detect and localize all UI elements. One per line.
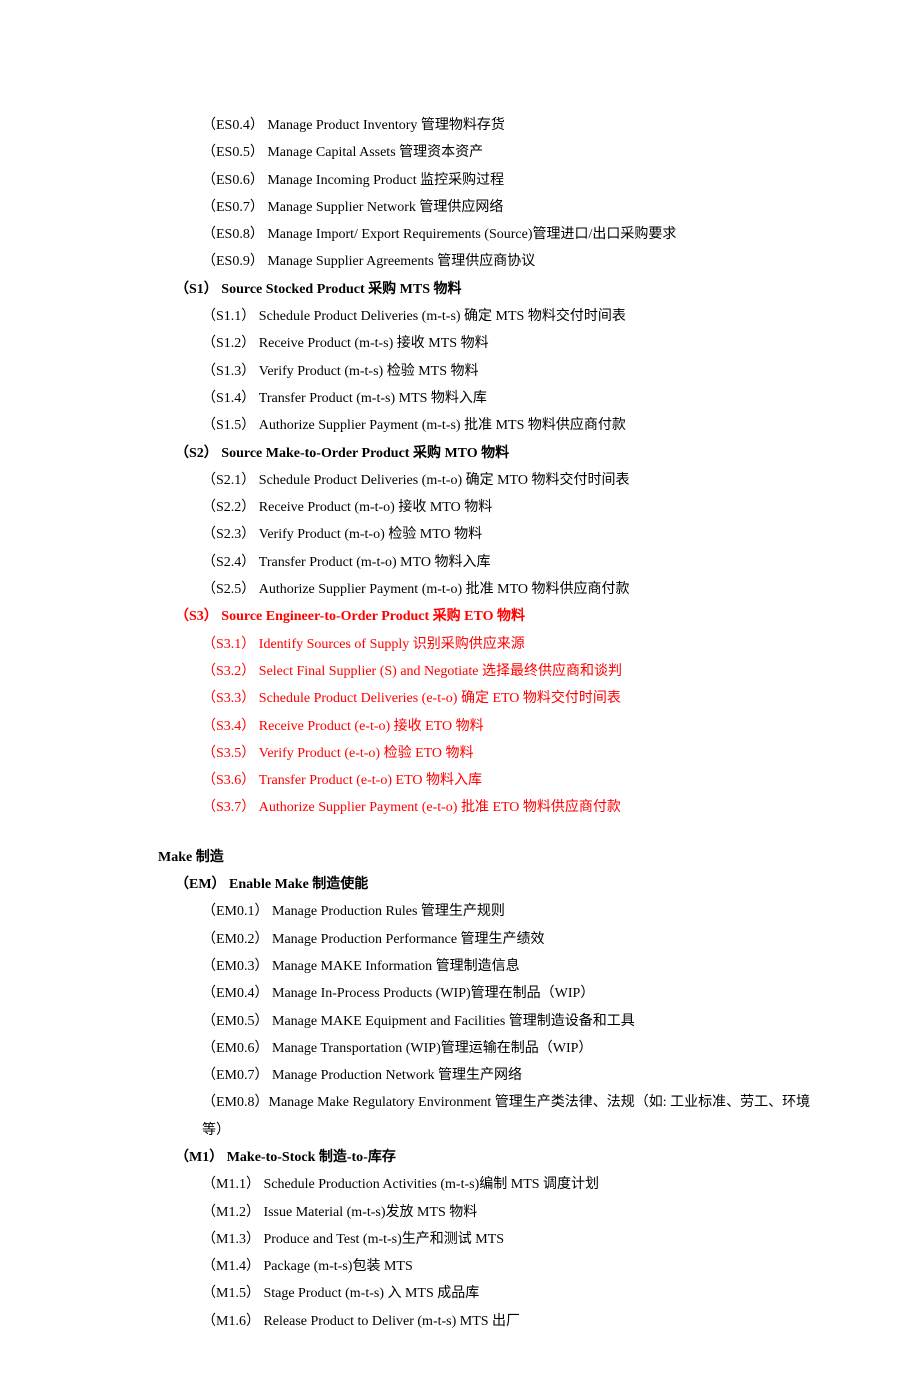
m1-item: （M1.6） Release Product to Deliver (m-t-s…: [202, 1308, 830, 1335]
em-item: （EM0.4） Manage In-Process Products (WIP)…: [202, 980, 830, 1007]
s3-item: （S3.3） Schedule Product Deliveries (e-t-…: [202, 685, 830, 712]
section-heading-s3: （S3） Source Engineer-to-Order Product 采购…: [175, 603, 830, 630]
s2-item: （S2.4） Transfer Product (m-t-o) MTO 物料入库: [202, 549, 830, 576]
s1-item: （S1.5） Authorize Supplier Payment (m-t-s…: [202, 412, 830, 439]
es-item: （ES0.5） Manage Capital Assets 管理资本资产: [202, 139, 830, 166]
m1-item: （M1.4） Package (m-t-s)包装 MTS: [202, 1253, 830, 1280]
m1-item: （M1.3） Produce and Test (m-t-s)生产和测试 MTS: [202, 1226, 830, 1253]
m1-item: （M1.2） Issue Material (m-t-s)发放 MTS 物料: [202, 1199, 830, 1226]
s3-item: （S3.7） Authorize Supplier Payment (e-t-o…: [202, 794, 830, 821]
em-item: （EM0.2） Manage Production Performance 管理…: [202, 926, 830, 953]
section-heading-em: （EM） Enable Make 制造使能: [175, 871, 830, 898]
s1-item: （S1.2） Receive Product (m-t-s) 接收 MTS 物料: [202, 330, 830, 357]
s2-item: （S2.1） Schedule Product Deliveries (m-t-…: [202, 467, 830, 494]
em-item: （EM0.8）Manage Make Regulatory Environmen…: [202, 1089, 830, 1144]
em-item: （EM0.1） Manage Production Rules 管理生产规则: [202, 898, 830, 925]
em-item: （EM0.7） Manage Production Network 管理生产网络: [202, 1062, 830, 1089]
section-heading-s2: （S2） Source Make-to-Order Product 采购 MTO…: [175, 440, 830, 467]
es-item: （ES0.9） Manage Supplier Agreements 管理供应商…: [202, 248, 830, 275]
section-heading-s1: （S1） Source Stocked Product 采购 MTS 物料: [175, 276, 830, 303]
m1-item: （M1.1） Schedule Production Activities (m…: [202, 1171, 830, 1198]
s3-item: （S3.6） Transfer Product (e-t-o) ETO 物料入库: [202, 767, 830, 794]
s2-item: （S2.3） Verify Product (m-t-o) 检验 MTO 物料: [202, 521, 830, 548]
es-item: （ES0.6） Manage Incoming Product 监控采购过程: [202, 167, 830, 194]
s2-item: （S2.2） Receive Product (m-t-o) 接收 MTO 物料: [202, 494, 830, 521]
s1-item: （S1.4） Transfer Product (m-t-s) MTS 物料入库: [202, 385, 830, 412]
em-item: （EM0.6） Manage Transportation (WIP)管理运输在…: [202, 1035, 830, 1062]
s2-item: （S2.5） Authorize Supplier Payment (m-t-o…: [202, 576, 830, 603]
document-page: （ES0.4） Manage Product Inventory 管理物料存货 …: [0, 0, 920, 1395]
es-item: （ES0.8） Manage Import/ Export Requiremen…: [202, 221, 830, 248]
s3-item: （S3.4） Receive Product (e-t-o) 接收 ETO 物料: [202, 713, 830, 740]
s1-item: （S1.1） Schedule Product Deliveries (m-t-…: [202, 303, 830, 330]
es-item: （ES0.7） Manage Supplier Network 管理供应网络: [202, 194, 830, 221]
em-item: （EM0.3） Manage MAKE Information 管理制造信息: [202, 953, 830, 980]
s1-item: （S1.3） Verify Product (m-t-s) 检验 MTS 物料: [202, 358, 830, 385]
section-spacer: [120, 822, 830, 844]
section-heading-m1: （M1） Make-to-Stock 制造-to-库存: [175, 1144, 830, 1171]
s3-item: （S3.5） Verify Product (e-t-o) 检验 ETO 物料: [202, 740, 830, 767]
es-item: （ES0.4） Manage Product Inventory 管理物料存货: [202, 112, 830, 139]
em-item: （EM0.5） Manage MAKE Equipment and Facili…: [202, 1008, 830, 1035]
s3-item: （S3.2） Select Final Supplier (S) and Neg…: [202, 658, 830, 685]
section-heading-make: Make 制造: [158, 844, 830, 871]
m1-item: （M1.5） Stage Product (m-t-s) 入 MTS 成品库: [202, 1280, 830, 1307]
s3-item: （S3.1） Identify Sources of Supply 识别采购供应…: [202, 631, 830, 658]
